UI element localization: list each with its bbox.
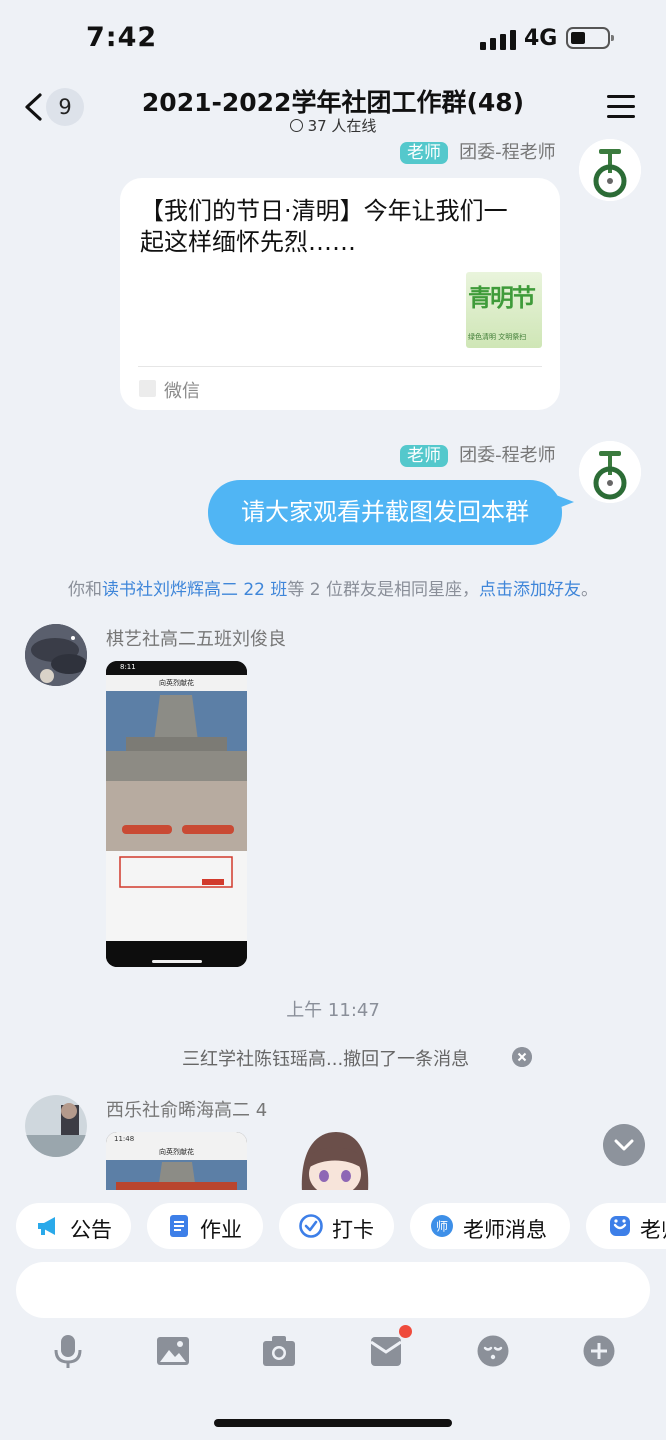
avatar[interactable] — [579, 441, 641, 503]
thumbnail-title: 青明节 — [468, 283, 536, 312]
group-title[interactable]: 2021-2022学年社团工作群(48) — [120, 83, 546, 119]
status-time: 7:42 — [86, 22, 158, 53]
sender-row-teacher-2: 老师 团委-程老师 — [400, 441, 556, 467]
network-type: 4G — [524, 26, 558, 51]
cellular-signal-icon — [480, 30, 516, 50]
notice-prefix: 你和 — [67, 580, 102, 600]
thumbnail-caption: 绿色清明 文明祭扫 — [468, 333, 527, 341]
avatar[interactable] — [25, 1095, 87, 1157]
unicycle-avatar-icon — [579, 441, 641, 503]
online-count-text: 37 人在线 — [307, 117, 377, 135]
sender-name: 棋艺社高二五班刘俊良 — [106, 629, 286, 650]
teacher-tag: 老师 — [400, 445, 448, 467]
plus-icon[interactable] — [582, 1333, 616, 1369]
avatar[interactable] — [579, 139, 641, 201]
document-icon — [170, 1215, 188, 1237]
screenshot-image[interactable]: 8:11 向英烈献花 — [106, 661, 247, 967]
close-icon[interactable] — [512, 1047, 532, 1067]
anime-sticker-icon[interactable] — [296, 1128, 374, 1192]
checkin-icon — [299, 1214, 323, 1238]
quick-tool-label: 公告 — [70, 1218, 112, 1242]
card-title: 【我们的节日·清明】今年让我们一起这样缅怀先烈…… — [140, 197, 508, 256]
notice-middle: 等 2 位群友是相同星座， — [287, 580, 480, 600]
screenshot-time: 8:11 — [120, 663, 136, 671]
constellation-notice: 你和读书社刘烨辉高二 22 班等 2 位群友是相同星座，点击添加好友。 — [0, 575, 666, 600]
teacher-icon — [610, 1216, 630, 1236]
quick-tool-announcement[interactable]: 公告 — [16, 1203, 131, 1249]
message-bubble[interactable]: 请大家观看并截图发回本群 — [208, 480, 562, 545]
recall-notice: 三红学社陈钰瑶高...撤回了一条消息 — [182, 1049, 470, 1070]
quick-tool-label: 打卡 — [332, 1218, 374, 1242]
quick-tool-checkin[interactable]: 打卡 — [279, 1203, 394, 1249]
sender-name: 团委-程老师 — [459, 445, 556, 466]
online-status-icon — [289, 119, 303, 132]
notification-dot — [399, 1325, 412, 1338]
anime-avatar-icon — [25, 1095, 87, 1157]
menu-icon[interactable] — [607, 95, 635, 119]
screenshot-title: 向英烈献花 — [159, 1148, 194, 1156]
unicycle-avatar-icon — [579, 139, 641, 201]
unread-count-badge[interactable]: 9 — [46, 88, 84, 126]
quick-tool-label: 作业 — [200, 1218, 242, 1242]
quick-tool-teacher[interactable]: 老师 — [586, 1203, 666, 1249]
quick-tool-label: 老师消息 — [463, 1218, 547, 1242]
teacher-message-icon: 师 — [431, 1215, 453, 1237]
timestamp: 上午 11:47 — [286, 1000, 380, 1021]
friend-name-link[interactable]: 读书社刘烨辉高二 22 班 — [102, 580, 287, 600]
card-divider — [138, 366, 542, 367]
add-friend-link[interactable]: 点击添加好友 — [479, 580, 581, 600]
home-indicator[interactable] — [214, 1419, 452, 1427]
card-thumbnail: 青明节 绿色清明 文明祭扫 — [466, 272, 542, 348]
screenshot-time: 11:48 — [114, 1135, 135, 1143]
storm-avatar-icon — [25, 624, 87, 686]
sender-row-teacher: 老师 团委-程老师 — [400, 138, 556, 164]
notice-suffix: 。 — [581, 580, 599, 600]
red-packet-icon[interactable] — [369, 1333, 403, 1369]
quick-tool-homework[interactable]: 作业 — [147, 1203, 263, 1249]
megaphone-icon — [38, 1217, 55, 1235]
online-count: 37 人在线 — [120, 115, 546, 136]
avatar[interactable] — [25, 624, 87, 686]
screenshot-image[interactable]: 11:48 向英烈献花 — [106, 1132, 247, 1192]
emoji-icon[interactable] — [476, 1333, 510, 1369]
back-arrow-icon[interactable] — [22, 92, 46, 122]
sender-name: 团委-程老师 — [459, 142, 556, 163]
sender-name: 西乐社俞晞海高二 4 — [106, 1100, 268, 1121]
card-source: 微信 — [164, 381, 200, 402]
screenshot-title: 向英烈献花 — [159, 679, 194, 687]
scroll-down-icon[interactable] — [603, 1124, 645, 1166]
teacher-tag: 老师 — [400, 142, 448, 164]
microphone-icon[interactable] — [51, 1333, 85, 1369]
message-input[interactable] — [16, 1262, 650, 1318]
quick-tool-teacher-messages[interactable]: 师 老师消息 — [410, 1203, 570, 1249]
wechat-source-icon — [139, 380, 156, 397]
svg-text:师: 师 — [436, 1220, 448, 1234]
battery-icon — [566, 27, 614, 49]
image-icon[interactable] — [156, 1333, 190, 1369]
monument-screenshot — [106, 661, 247, 967]
camera-icon[interactable] — [262, 1333, 296, 1369]
quick-tool-label: 老师 — [640, 1218, 666, 1242]
